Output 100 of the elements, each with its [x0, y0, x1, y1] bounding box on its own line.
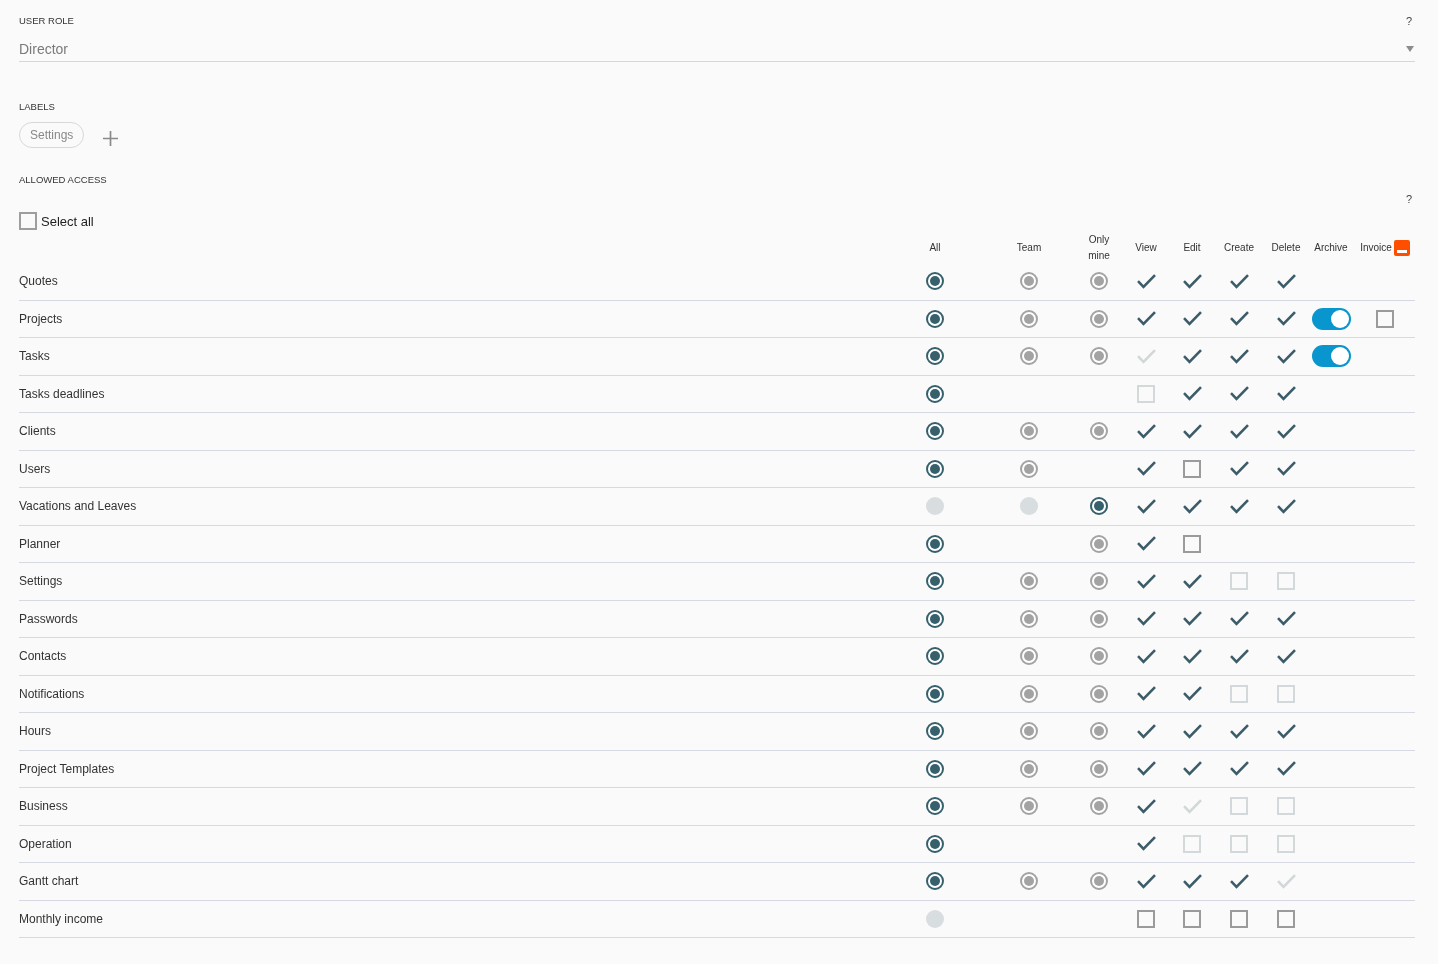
checkbox[interactable]: [1136, 873, 1156, 889]
plus-icon[interactable]: [103, 130, 119, 146]
checkbox[interactable]: [1136, 273, 1156, 289]
checkbox[interactable]: [1229, 348, 1249, 364]
help-button[interactable]: ?: [1405, 193, 1412, 205]
checkbox[interactable]: [1182, 311, 1202, 327]
checkbox[interactable]: [1136, 761, 1156, 777]
checkbox[interactable]: [1229, 273, 1249, 289]
radio-button[interactable]: [926, 722, 944, 741]
checkbox[interactable]: [1183, 909, 1201, 928]
checkbox[interactable]: [1137, 909, 1155, 928]
radio-button[interactable]: [926, 534, 944, 553]
checkbox[interactable]: [1376, 309, 1394, 328]
checkbox[interactable]: [1136, 836, 1156, 852]
checkbox[interactable]: [1229, 498, 1249, 514]
checkbox[interactable]: [1182, 386, 1202, 402]
checkbox[interactable]: [1229, 873, 1249, 889]
checkbox[interactable]: [1276, 498, 1296, 514]
row-label: Tasks deadlines: [19, 386, 105, 401]
radio-button[interactable]: [926, 384, 944, 403]
checkbox[interactable]: [1277, 909, 1295, 928]
toggle-switch[interactable]: [1311, 307, 1351, 330]
checkbox[interactable]: [1182, 873, 1202, 889]
checkbox[interactable]: [1182, 273, 1202, 289]
checkbox[interactable]: [1230, 909, 1248, 928]
radio-button[interactable]: [1090, 497, 1108, 516]
checkbox[interactable]: [1229, 386, 1249, 402]
row-label: Notifications: [19, 686, 85, 701]
checkbox[interactable]: [1276, 273, 1296, 289]
checkbox[interactable]: [1136, 573, 1156, 589]
row-label: Project Templates: [19, 761, 115, 776]
checkbox[interactable]: [1182, 686, 1202, 702]
column-header: View: [1135, 241, 1157, 255]
row-label: Tasks: [19, 349, 50, 364]
checkbox[interactable]: [1136, 611, 1156, 627]
checkbox[interactable]: [1229, 461, 1249, 477]
checkbox[interactable]: [1182, 761, 1202, 777]
caret-icon: [1406, 45, 1414, 52]
checkbox[interactable]: [1182, 348, 1202, 364]
checkbox[interactable]: [1276, 386, 1296, 402]
radio-button[interactable]: [926, 834, 944, 853]
checkbox[interactable]: [1136, 648, 1156, 664]
checkbox[interactable]: [1136, 536, 1156, 552]
checkbox[interactable]: [1136, 686, 1156, 702]
checkbox[interactable]: [19, 212, 37, 230]
checkbox[interactable]: [1229, 648, 1249, 664]
checkbox[interactable]: [1136, 461, 1156, 477]
role-select[interactable]: Director: [19, 36, 1415, 62]
checkbox[interactable]: [1276, 423, 1296, 439]
column-header: All: [929, 241, 941, 255]
radio-button[interactable]: [926, 272, 944, 291]
row-label: Monthly income: [19, 911, 104, 926]
checkbox[interactable]: [1136, 423, 1156, 439]
checkbox[interactable]: [1229, 423, 1249, 439]
checkbox[interactable]: [1276, 311, 1296, 327]
radio-button[interactable]: [926, 309, 944, 328]
radio-button[interactable]: [926, 759, 944, 778]
radio-button[interactable]: [926, 872, 944, 891]
field-label: USER ROLE: [19, 15, 74, 27]
radio-button[interactable]: [926, 684, 944, 703]
row-label: Operation: [19, 836, 72, 851]
radio-button[interactable]: [926, 797, 944, 816]
radio-button[interactable]: [926, 647, 944, 666]
checkbox[interactable]: [1182, 723, 1202, 739]
checkbox[interactable]: [1276, 648, 1296, 664]
checkbox[interactable]: [1229, 611, 1249, 627]
checkbox[interactable]: [1136, 723, 1156, 739]
checkbox[interactable]: [1276, 761, 1296, 777]
checkbox[interactable]: [1276, 723, 1296, 739]
checkbox[interactable]: [1182, 648, 1202, 664]
checkbox[interactable]: [1182, 573, 1202, 589]
checkbox[interactable]: [1136, 498, 1156, 514]
radio-button[interactable]: [926, 459, 944, 478]
field-label: ALLOWED ACCESS: [19, 174, 107, 186]
help-button[interactable]: ?: [1405, 15, 1412, 27]
checkbox[interactable]: [1276, 611, 1296, 627]
radio-button[interactable]: [926, 347, 944, 366]
checkbox[interactable]: [1183, 534, 1201, 553]
radio-button[interactable]: [926, 609, 944, 628]
checkbox[interactable]: [1183, 459, 1201, 478]
column-header: Archive: [1314, 241, 1348, 255]
checkbox[interactable]: [1229, 723, 1249, 739]
checkbox[interactable]: [1136, 798, 1156, 814]
checkbox[interactable]: [1276, 461, 1296, 477]
checkbox[interactable]: [1182, 611, 1202, 627]
column-header: Only mine: [1087, 233, 1111, 263]
row-label: Projects: [19, 311, 63, 326]
row-label: Users: [19, 461, 51, 476]
toggle-switch[interactable]: [1311, 345, 1351, 368]
checkbox[interactable]: [1182, 498, 1202, 514]
row-label: Clients: [19, 424, 56, 439]
field-label: LABELS: [19, 101, 55, 113]
radio-button[interactable]: [926, 422, 944, 441]
checkbox[interactable]: [1229, 311, 1249, 327]
column-header: Create: [1224, 241, 1254, 255]
checkbox[interactable]: [1182, 423, 1202, 439]
checkbox[interactable]: [1229, 761, 1249, 777]
radio-button[interactable]: [926, 572, 944, 591]
checkbox[interactable]: [1136, 311, 1156, 327]
checkbox[interactable]: [1276, 348, 1296, 364]
